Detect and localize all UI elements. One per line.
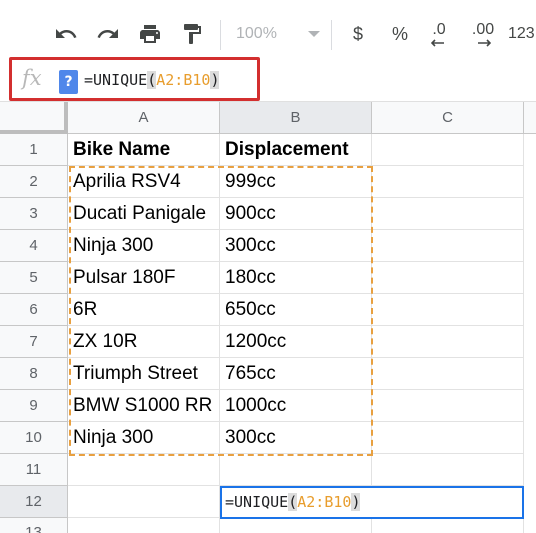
- cell-b10[interactable]: 300cc: [220, 422, 372, 454]
- cell-a11[interactable]: [68, 454, 220, 486]
- percent-label: %: [391, 23, 408, 44]
- row-header[interactable]: 9: [0, 390, 68, 422]
- cell-a4[interactable]: Ninja 300: [68, 230, 220, 262]
- undo-icon[interactable]: [50, 18, 82, 50]
- arrow-left-icon: [431, 39, 444, 47]
- row-header[interactable]: 4: [0, 230, 68, 262]
- cell-b4[interactable]: 300cc: [220, 230, 372, 262]
- cell-c9[interactable]: [372, 390, 524, 422]
- print-icon[interactable]: [134, 18, 166, 50]
- cell-b1[interactable]: Displacement: [220, 134, 372, 166]
- cell-c5[interactable]: [372, 262, 524, 294]
- percent-format-button[interactable]: %: [387, 18, 413, 50]
- row-header[interactable]: 2: [0, 166, 68, 198]
- active-cell-function: =UNIQUE: [225, 493, 289, 511]
- cell-a9[interactable]: BMW S1000 RR: [68, 390, 220, 422]
- cell-b5[interactable]: 180cc: [220, 262, 372, 294]
- active-cell-open-paren: (: [288, 493, 298, 511]
- cell-c8[interactable]: [372, 358, 524, 390]
- column-header-a[interactable]: A: [68, 102, 220, 134]
- cell-c6[interactable]: [372, 294, 524, 326]
- cell-a2[interactable]: Aprilia RSV4: [68, 166, 220, 198]
- select-all-corner[interactable]: [0, 102, 68, 134]
- zoom-select[interactable]: 100%: [236, 18, 320, 50]
- cell-c7[interactable]: [372, 326, 524, 358]
- decrease-decimal-label: .0: [432, 21, 446, 38]
- arrow-right-icon: [478, 39, 491, 47]
- column-header-c[interactable]: C: [372, 102, 524, 134]
- chevron-down-icon: [308, 31, 320, 37]
- cell-b2[interactable]: 999cc: [220, 166, 372, 198]
- cell-c1[interactable]: [372, 134, 524, 166]
- more-formats-button[interactable]: 123: [508, 18, 536, 50]
- paint-format-icon[interactable]: [176, 18, 208, 50]
- cell-a5[interactable]: Pulsar 180F: [68, 262, 220, 294]
- formula-bar-callout: [9, 57, 260, 101]
- row-header[interactable]: 11: [0, 454, 68, 486]
- increase-decimal-label: .00: [471, 21, 495, 38]
- more-formats-label: 123: [508, 25, 535, 42]
- cell-c4[interactable]: [372, 230, 524, 262]
- cell-c2[interactable]: [372, 166, 524, 198]
- currency-label: $: [352, 23, 363, 44]
- row-header[interactable]: 3: [0, 198, 68, 230]
- cell-a6[interactable]: 6R: [68, 294, 220, 326]
- active-cell-editor[interactable]: =UNIQUE(A2:B10): [225, 489, 361, 515]
- cell-a12[interactable]: [68, 486, 220, 518]
- row-header[interactable]: 1: [0, 134, 68, 166]
- cell-a13[interactable]: [68, 518, 220, 533]
- increase-decimal-button[interactable]: .00: [466, 18, 500, 50]
- toolbar-divider: [331, 20, 332, 50]
- cell-c11[interactable]: [372, 454, 524, 486]
- cell-b8[interactable]: 765cc: [220, 358, 372, 390]
- row-header[interactable]: 13: [0, 518, 68, 533]
- toolbar: 100% $ % .0 .00 123: [0, 0, 536, 62]
- column-header-b[interactable]: B: [220, 102, 372, 134]
- row-header[interactable]: 10: [0, 422, 68, 454]
- row-header[interactable]: 5: [0, 262, 68, 294]
- row-header[interactable]: 7: [0, 326, 68, 358]
- active-cell-close-paren: ): [351, 493, 361, 511]
- cell-b13[interactable]: [220, 518, 372, 533]
- row-header[interactable]: 8: [0, 358, 68, 390]
- active-cell-range: A2:B10: [297, 493, 352, 511]
- row-header[interactable]: 6: [0, 294, 68, 326]
- cell-c13[interactable]: [372, 518, 524, 533]
- cell-a1[interactable]: Bike Name: [68, 134, 220, 166]
- cell-a10[interactable]: Ninja 300: [68, 422, 220, 454]
- column-d-sliver[interactable]: [524, 134, 536, 518]
- row-header[interactable]: 12: [0, 486, 68, 518]
- decrease-decimal-button[interactable]: .0: [424, 18, 454, 50]
- redo-icon[interactable]: [92, 18, 124, 50]
- cell-a8[interactable]: Triumph Street: [68, 358, 220, 390]
- cell-b3[interactable]: 900cc: [220, 198, 372, 230]
- cell-b11[interactable]: [220, 454, 372, 486]
- cell-a3[interactable]: Ducati Panigale: [68, 198, 220, 230]
- toolbar-divider: [220, 20, 221, 50]
- cell-b9[interactable]: 1000cc: [220, 390, 372, 422]
- cell-c10[interactable]: [372, 422, 524, 454]
- cell-c3[interactable]: [372, 198, 524, 230]
- cell-a7[interactable]: ZX 10R: [68, 326, 220, 358]
- cell-b7[interactable]: 1200cc: [220, 326, 372, 358]
- zoom-value: 100%: [236, 25, 277, 42]
- currency-format-button[interactable]: $: [345, 18, 371, 50]
- cell-b6[interactable]: 650cc: [220, 294, 372, 326]
- column-header-d[interactable]: [524, 102, 536, 134]
